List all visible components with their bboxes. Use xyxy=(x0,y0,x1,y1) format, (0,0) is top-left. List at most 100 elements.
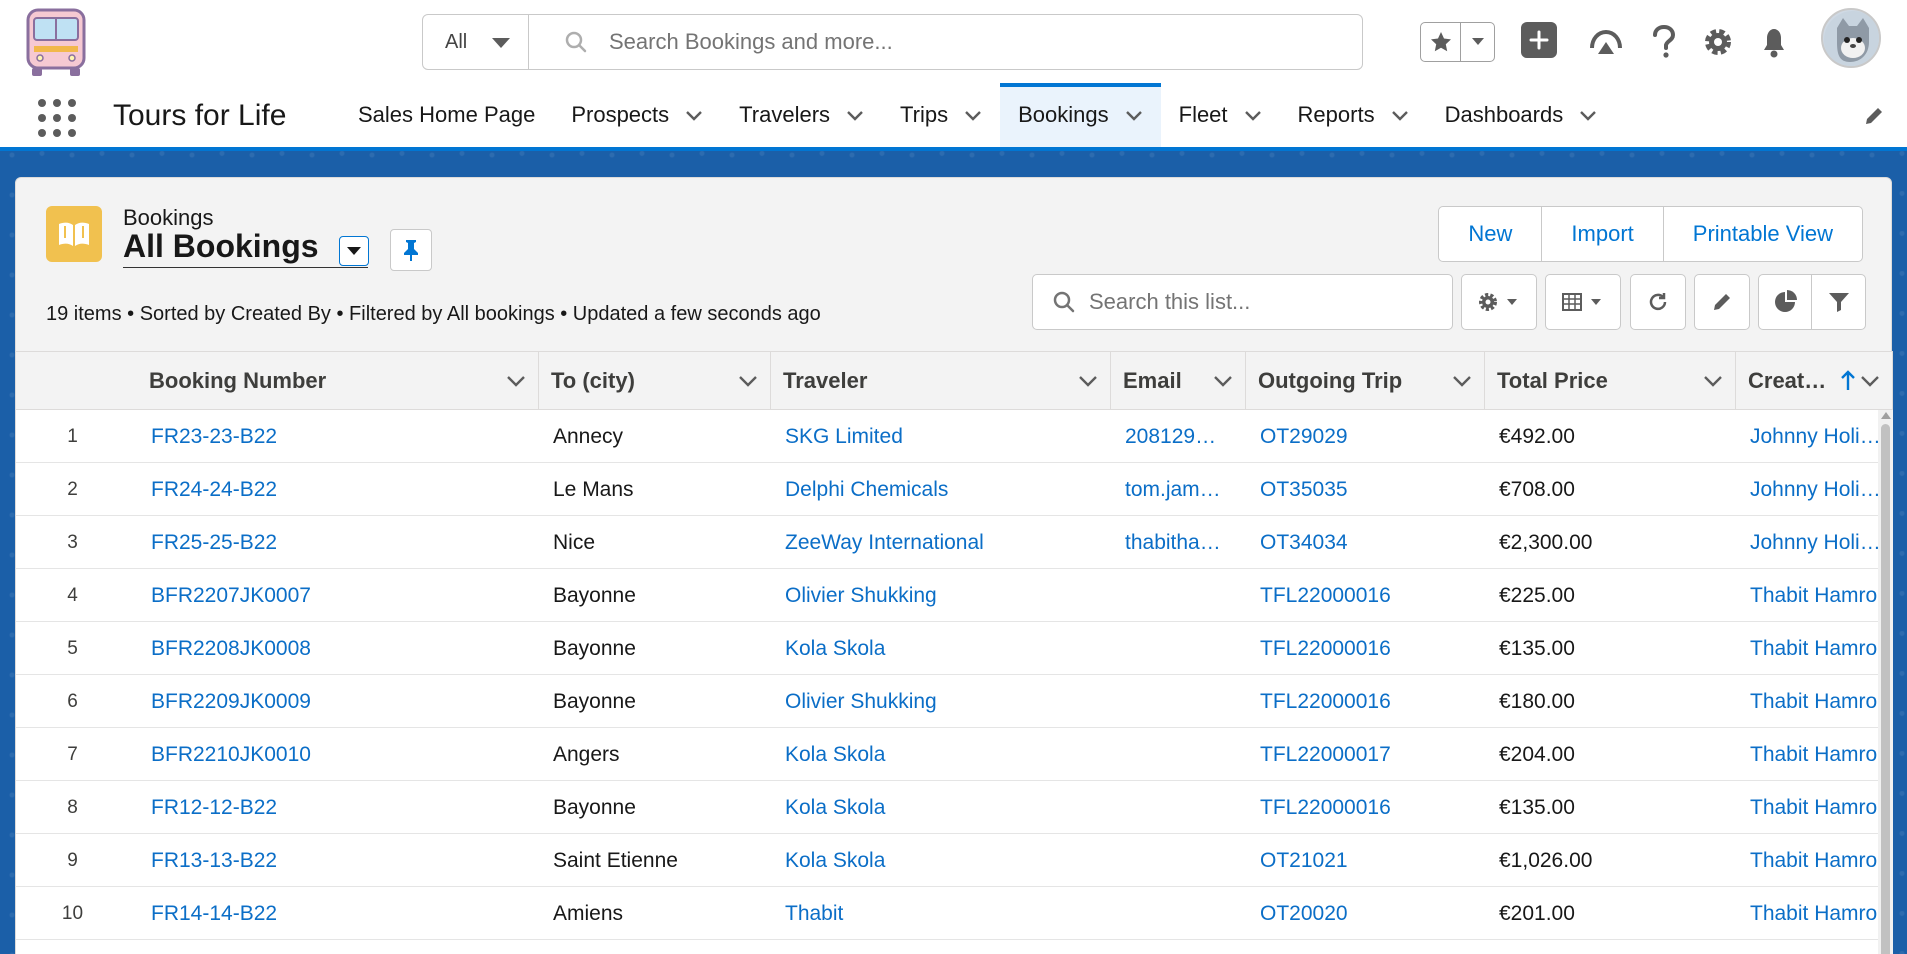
vertical-scrollbar[interactable] xyxy=(1878,410,1893,954)
cell-booking[interactable]: FR24-24-B22 xyxy=(151,463,533,516)
table-row[interactable]: 6 BFR2209JK0009 Bayonne Olivier Shukking TFL… xyxy=(16,675,1887,728)
cell-created[interactable]: Thabit Hamron xyxy=(1750,781,1887,834)
column-header-booking-number[interactable]: Booking Number xyxy=(137,352,539,410)
cell-traveler[interactable]: Olivier Shukking xyxy=(785,675,1105,728)
pin-list-view-button[interactable] xyxy=(390,229,432,271)
cell-created[interactable]: Johnny Holi… xyxy=(1750,463,1887,516)
cell-created[interactable]: Thabit Hamron xyxy=(1750,675,1887,728)
chevron-down-icon[interactable] xyxy=(685,106,703,124)
cell-traveler[interactable]: Kola Skola xyxy=(785,781,1105,834)
table-row[interactable]: 1 FR23-23-B22 Annecy SKG Limited 208129… OT29… xyxy=(16,410,1881,463)
cell-traveler[interactable]: SKG Limited xyxy=(785,410,1105,463)
cell-trip[interactable]: TFL22000016 xyxy=(1260,569,1479,622)
cell-booking[interactable]: FR23-23-B22 xyxy=(151,410,533,463)
cell-booking[interactable]: BFR2209JK0009 xyxy=(151,675,533,728)
list-search-input[interactable] xyxy=(1089,289,1429,315)
sort-ascending-arrow-icon[interactable] xyxy=(1840,370,1856,392)
nav-item-bookings[interactable]: Bookings xyxy=(1000,83,1161,147)
cell-trip[interactable]: TFL22000017 xyxy=(1260,728,1479,781)
column-menu-chevron-down-icon[interactable] xyxy=(1860,372,1880,390)
cell-traveler[interactable]: Kola Skola xyxy=(785,622,1105,675)
table-row[interactable]: 4 BFR2207JK0007 Bayonne Olivier Shukking TFL… xyxy=(16,569,1887,622)
column-header-email[interactable]: Email xyxy=(1111,352,1246,410)
global-search-input[interactable] xyxy=(609,29,1309,55)
cell-traveler[interactable]: Olivier Shukking xyxy=(785,569,1105,622)
search-scope-select[interactable]: All xyxy=(423,15,529,69)
column-menu-chevron-down-icon[interactable] xyxy=(1213,372,1233,390)
cell-trip[interactable]: TFL22000016 xyxy=(1260,675,1479,728)
chevron-down-icon[interactable] xyxy=(1579,106,1597,124)
cell-booking[interactable]: FR13-13-B22 xyxy=(151,834,533,887)
bell-icon[interactable] xyxy=(1754,22,1794,62)
cell-created[interactable]: Thabit Hamron xyxy=(1750,569,1887,622)
column-menu-chevron-down-icon[interactable] xyxy=(1452,372,1472,390)
cell-trip[interactable]: OT34034 xyxy=(1260,516,1479,569)
table-row[interactable]: 7 BFR2210JK0010 Angers Kola Skola TFL2200001… xyxy=(16,728,1887,781)
avatar[interactable] xyxy=(1821,8,1881,68)
cell-traveler[interactable]: Delphi Chemicals xyxy=(785,463,1105,516)
gear-icon[interactable] xyxy=(1698,22,1738,62)
column-header-creat[interactable]: Creat… xyxy=(1736,352,1893,410)
table-row[interactable]: 10 FR14-14-B22 Amiens Thabit OT20020 €201.00 T… xyxy=(16,887,1887,940)
list-settings-button[interactable] xyxy=(1461,274,1537,330)
cell-trip[interactable]: OT20020 xyxy=(1260,887,1479,940)
cell-traveler[interactable]: ZeeWay International xyxy=(785,516,1105,569)
chart-icon[interactable] xyxy=(1759,275,1813,329)
cell-booking[interactable]: FR12-12-B22 xyxy=(151,781,533,834)
cell-trip[interactable]: OT35035 xyxy=(1260,463,1479,516)
star-icon[interactable] xyxy=(1421,23,1461,61)
favorites-button[interactable] xyxy=(1420,22,1495,62)
nav-item-reports[interactable]: Reports xyxy=(1280,83,1427,147)
cell-created[interactable]: Johnny Holi… xyxy=(1750,410,1887,463)
cell-booking[interactable]: BFR2210JK0010 xyxy=(151,728,533,781)
nav-item-sales-home-page[interactable]: Sales Home Page xyxy=(340,83,553,147)
table-row[interactable]: 2 FR24-24-B22 Le Mans Delphi Chemicals tom.j… xyxy=(16,463,1881,516)
app-launcher-icon[interactable] xyxy=(38,99,76,137)
cell-created[interactable]: Thabit Hamron xyxy=(1750,834,1887,887)
nav-item-dashboards[interactable]: Dashboards xyxy=(1427,83,1616,147)
cell-booking[interactable]: FR25-25-B22 xyxy=(151,516,533,569)
cell-booking[interactable]: BFR2207JK0007 xyxy=(151,569,533,622)
cell-booking[interactable]: FR14-14-B22 xyxy=(151,887,533,940)
nav-item-fleet[interactable]: Fleet xyxy=(1161,83,1280,147)
cell-traveler[interactable]: Kola Skola xyxy=(785,728,1105,781)
table-row[interactable]: 3 FR25-25-B22 Nice ZeeWay International thab… xyxy=(16,516,1881,569)
plus-icon[interactable] xyxy=(1521,22,1557,58)
new-button[interactable]: New xyxy=(1439,207,1543,261)
cell-traveler[interactable]: Thabit xyxy=(785,887,1105,940)
cell-booking[interactable]: BFR2208JK0008 xyxy=(151,622,533,675)
list-view-title[interactable]: All Bookings xyxy=(123,228,368,268)
chevron-down-icon[interactable] xyxy=(964,106,982,124)
display-as-table-button[interactable] xyxy=(1545,274,1621,330)
trailhead-icon[interactable] xyxy=(1586,22,1626,62)
table-row[interactable]: 9 FR13-13-B22 Saint Etienne Kola Skola OT210… xyxy=(16,834,1887,887)
chevron-down-icon[interactable] xyxy=(1125,106,1143,124)
column-menu-chevron-down-icon[interactable] xyxy=(1703,372,1723,390)
chevron-down-icon[interactable] xyxy=(1391,106,1409,124)
column-header-traveler[interactable]: Traveler xyxy=(771,352,1111,410)
cell-email[interactable]: tom.jam… xyxy=(1125,463,1240,516)
scrollbar-thumb[interactable] xyxy=(1881,424,1890,954)
table-row[interactable]: 5 BFR2208JK0008 Bayonne Kola Skola TFL220000… xyxy=(16,622,1887,675)
edit-nav-pencil-icon[interactable] xyxy=(1863,105,1885,132)
column-menu-chevron-down-icon[interactable] xyxy=(738,372,758,390)
help-icon[interactable] xyxy=(1644,22,1684,62)
cell-created[interactable]: Thabit Hamron xyxy=(1750,887,1887,940)
list-view-switcher-chevron-down-icon[interactable] xyxy=(339,236,369,266)
column-header-total-price[interactable]: Total Price xyxy=(1485,352,1736,410)
cell-trip[interactable]: TFL22000016 xyxy=(1260,781,1479,834)
chevron-down-icon[interactable] xyxy=(846,106,864,124)
cell-trip[interactable]: OT29029 xyxy=(1260,410,1479,463)
import-button[interactable]: Import xyxy=(1542,207,1664,261)
table-row[interactable]: 8 FR12-12-B22 Bayonne Kola Skola TFL22000016… xyxy=(16,781,1887,834)
cell-trip[interactable]: OT21021 xyxy=(1260,834,1479,887)
cell-created[interactable]: Thabit Hamron xyxy=(1750,728,1887,781)
chevron-down-icon[interactable] xyxy=(1244,106,1262,124)
scroll-up-icon[interactable] xyxy=(1881,412,1891,419)
nav-item-prospects[interactable]: Prospects xyxy=(553,83,721,147)
inline-edit-button[interactable] xyxy=(1694,274,1750,330)
nav-item-travelers[interactable]: Travelers xyxy=(721,83,882,147)
column-header-to-city[interactable]: To (city) xyxy=(539,352,771,410)
printable-view-button[interactable]: Printable View xyxy=(1663,207,1862,261)
cell-email[interactable]: thabitha… xyxy=(1125,516,1240,569)
